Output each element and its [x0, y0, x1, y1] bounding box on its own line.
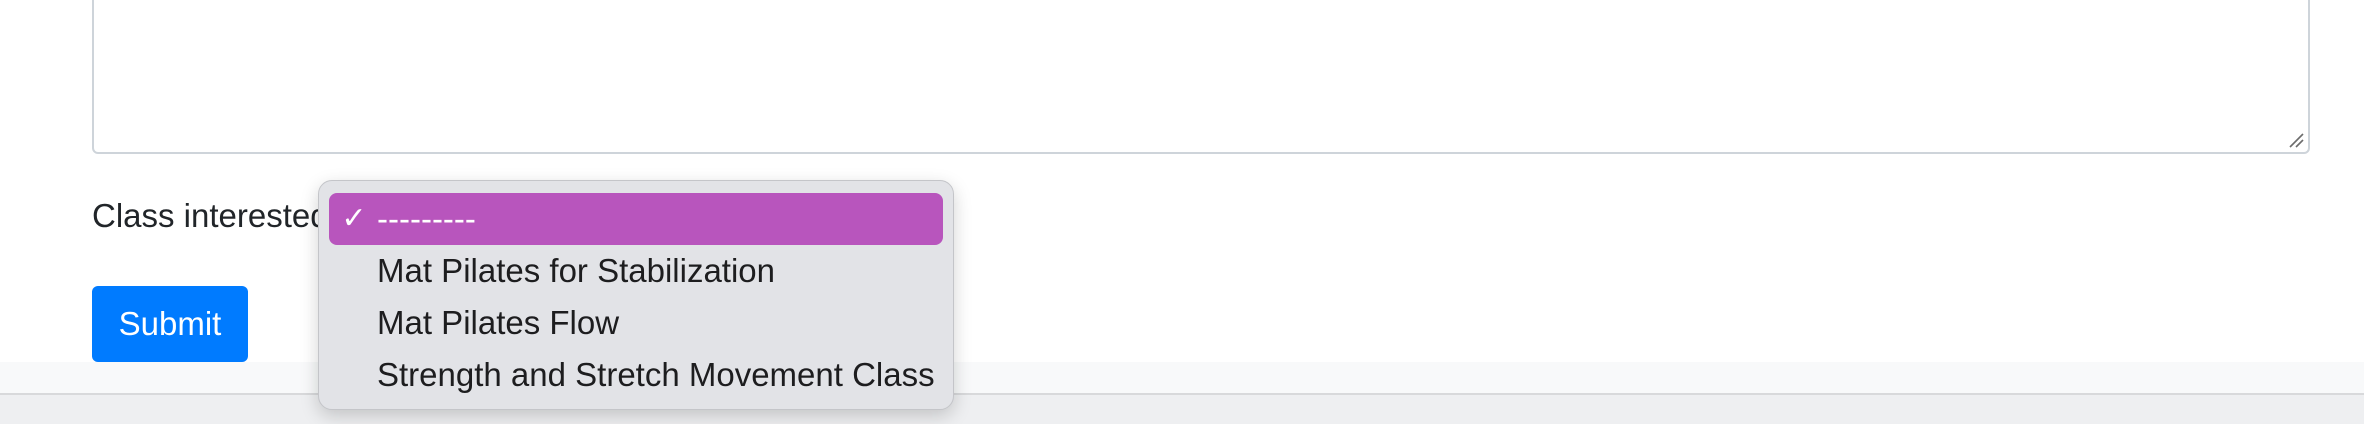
- dropdown-option-mat-pilates-stabilization[interactable]: Mat Pilates for Stabilization: [329, 245, 943, 297]
- dropdown-option-strength-stretch[interactable]: Strength and Stretch Movement Class: [329, 349, 943, 401]
- dropdown-option-empty[interactable]: ✓ ---------: [329, 193, 943, 245]
- submit-button[interactable]: Submit: [92, 286, 248, 362]
- dropdown-option-label: ---------: [377, 200, 476, 237]
- dropdown-option-mat-pilates-flow[interactable]: Mat Pilates Flow: [329, 297, 943, 349]
- message-textarea[interactable]: [92, 0, 2310, 154]
- dropdown-option-label: Mat Pilates Flow: [377, 304, 620, 341]
- checkmark-icon: ✓: [341, 202, 367, 235]
- dropdown-option-label: Mat Pilates for Stabilization: [377, 252, 776, 289]
- class-interested-label: Class interested: [92, 197, 329, 234]
- resize-grip-icon[interactable]: [2286, 130, 2304, 148]
- dropdown-option-label: Strength and Stretch Movement Class: [377, 356, 935, 393]
- class-interested-dropdown[interactable]: ✓ --------- Mat Pilates for Stabilizatio…: [318, 180, 954, 410]
